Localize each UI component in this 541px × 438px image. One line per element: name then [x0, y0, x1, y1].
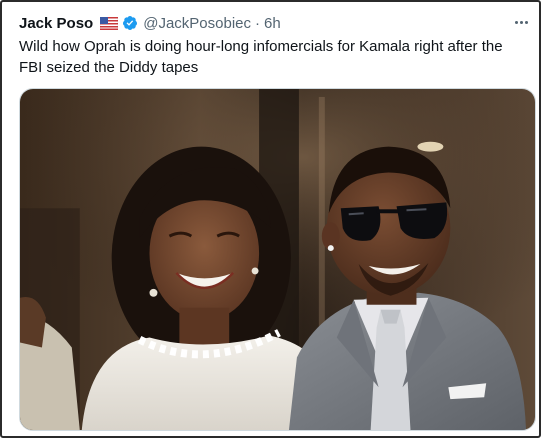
- verified-badge-icon: [122, 15, 138, 31]
- separator-dot: ·: [255, 14, 260, 32]
- tweet-timestamp[interactable]: 6h: [264, 15, 281, 32]
- photo-illustration: [20, 89, 535, 430]
- tweet-card: Jack Poso @JackPosobiec · 6h Wild how Op…: [0, 0, 541, 438]
- author-handle[interactable]: @JackPosobiec: [143, 15, 251, 32]
- tweet-header: Jack Poso @JackPosobiec · 6h: [19, 13, 527, 33]
- author-display-name[interactable]: Jack Poso: [19, 15, 93, 32]
- tweet-photo[interactable]: [19, 88, 536, 431]
- tweet-text: Wild how Oprah is doing hour-long infome…: [19, 38, 503, 76]
- more-options-icon[interactable]: [511, 15, 531, 29]
- us-flag-icon: [99, 16, 119, 30]
